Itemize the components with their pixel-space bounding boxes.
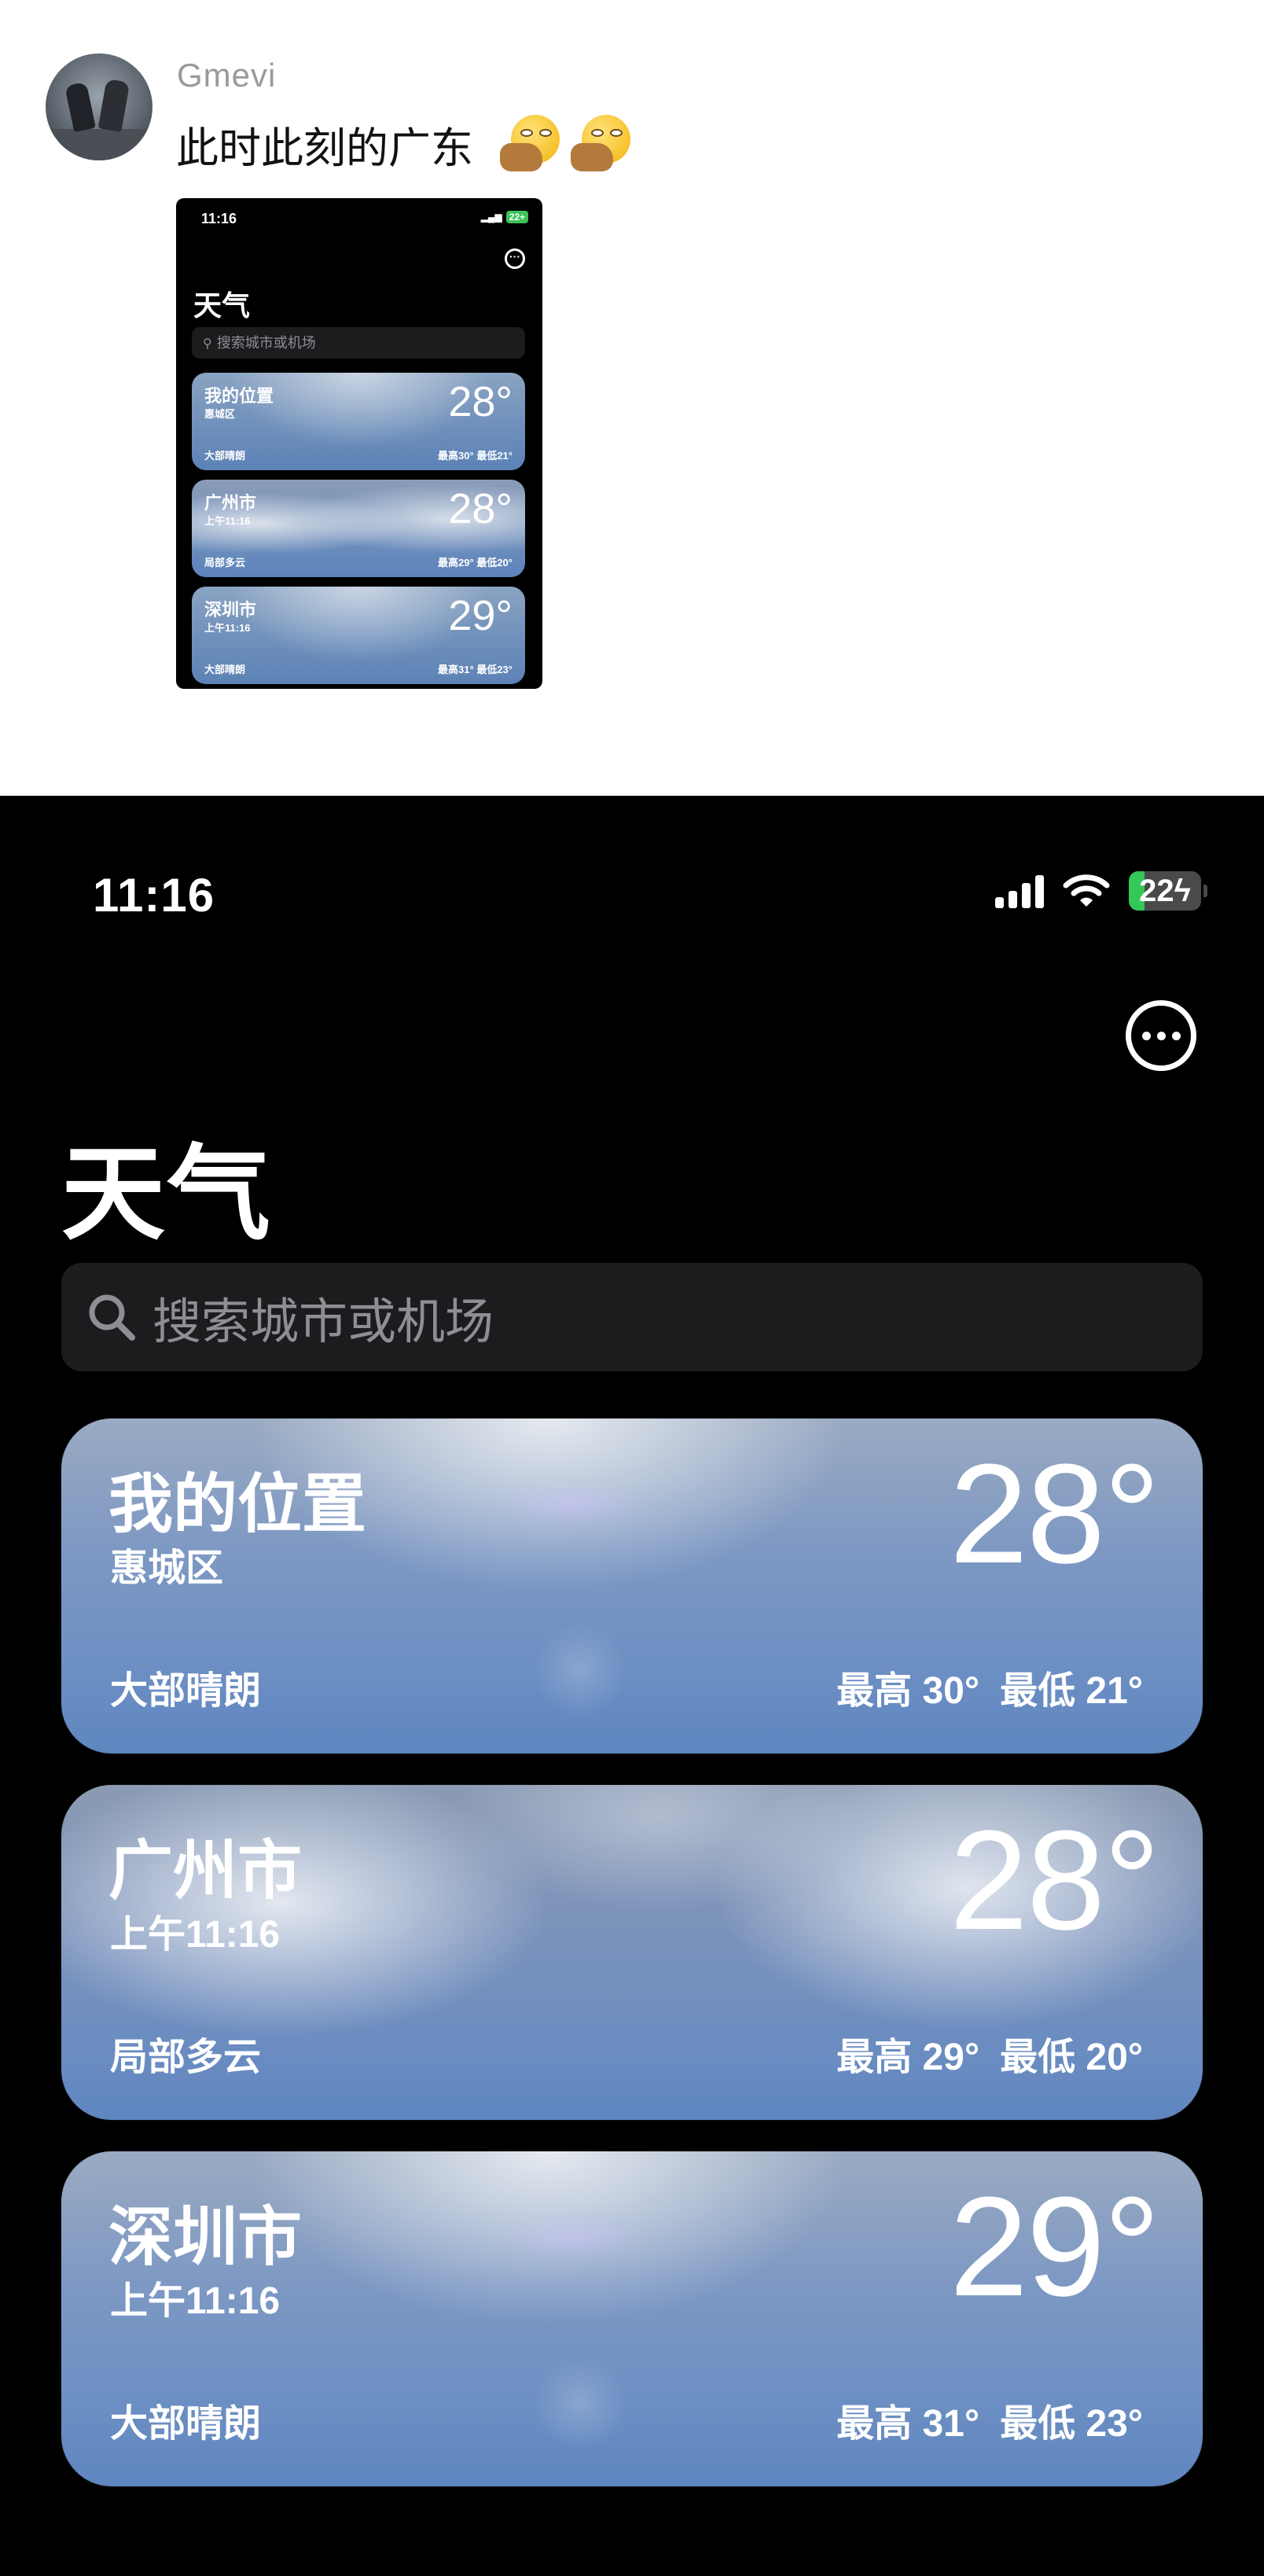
weather-condition: 大部晴朗 [110, 1670, 262, 1712]
thumb-card: 广州市 上午11:16 28° 局部多云 最高29° 最低20° [192, 480, 525, 577]
location-name: 深圳市 [108, 2202, 303, 2273]
thumb-card-sub: 惠城区 [204, 408, 236, 420]
status-time: 11:16 [93, 869, 215, 922]
thumb-card-low: 最低21° [476, 450, 513, 462]
thumb-card-temp: 28° [448, 378, 513, 425]
battery-icon: 22ϟ [1129, 871, 1207, 911]
thumb-status-time: 11:16 [201, 211, 237, 226]
low-temperature: 最低 23° [1000, 2403, 1143, 2445]
high-temperature: 最高 30° [836, 1670, 980, 1712]
location-name: 我的位置 [108, 1469, 367, 1540]
thumb-card-condition: 大部晴朗 [204, 450, 246, 462]
thumb-search-placeholder: 搜索城市或机场 [216, 335, 316, 351]
current-temperature: 28° [949, 1801, 1160, 1960]
signal-icon: ▂▄▆ [480, 212, 502, 223]
username[interactable]: Gmevi [177, 57, 276, 94]
location-name: 广州市 [108, 1835, 303, 1907]
thumb-status-icons: ▂▄▆ 22+ [481, 211, 528, 223]
thumb-card-temp: 28° [448, 485, 513, 532]
status-icons: 22ϟ [995, 871, 1207, 911]
search-input[interactable]: 搜索城市或机场 [61, 1263, 1203, 1371]
low-temperature: 最低 21° [1000, 1670, 1143, 1712]
current-temperature: 28° [949, 1435, 1160, 1593]
location-card-guangzhou[interactable]: 广州市 上午11:16 28° 局部多云 最高 29° 最低 20° [61, 1785, 1203, 2120]
thumb-card-highlow: 最高31° 最低23° [438, 661, 513, 676]
thumb-card-sub: 上午11:16 [204, 515, 251, 527]
thumb-card-condition: 局部多云 [204, 557, 246, 569]
thumb-search-bar: ⚲ 搜索城市或机场 [192, 327, 525, 359]
face-with-rolling-eyes-emoji [571, 114, 630, 175]
face-with-rolling-eyes-emoji [500, 114, 560, 175]
location-card-shenzhen[interactable]: 深圳市 上午11:16 29° 大部晴朗 最高 31° 最低 23° [61, 2151, 1203, 2486]
page-title: 天气 [61, 1136, 272, 1252]
thumb-card-highlow: 最高30° 最低21° [438, 447, 513, 462]
thumb-card: 我的位置 惠城区 28° 大部晴朗 最高30° 最低21° [192, 373, 525, 470]
low-temperature: 最低 20° [1000, 2037, 1143, 2078]
thumb-battery: 22+ [505, 211, 528, 223]
post-text-body: 此时此刻的广东 [176, 125, 473, 172]
more-options-button[interactable] [1126, 1000, 1196, 1071]
social-post: Gmevi 此时此刻的广东 11:16 ▂▄▆ 22+ ··· 天气 ⚲ 搜索城市… [0, 0, 1264, 796]
thumb-card-name: 我的位置 [204, 386, 274, 406]
thumb-card-name: 深圳市 [204, 600, 257, 620]
search-icon: ⚲ [203, 337, 212, 351]
high-low-temperature: 最高 31° 最低 23° [836, 2392, 1143, 2447]
thumb-card-low: 最低20° [476, 557, 513, 569]
thumb-card-name: 广州市 [204, 493, 257, 513]
thumb-card-condition: 大部晴朗 [204, 664, 246, 675]
weather-condition: 局部多云 [110, 2037, 262, 2078]
location-subtitle: 上午11:16 [110, 1914, 281, 1956]
thumb-card-highlow: 最高29° 最低20° [438, 554, 513, 569]
search-icon [85, 1290, 138, 1344]
high-low-temperature: 最高 29° 最低 20° [836, 2026, 1143, 2081]
thumb-card-high: 最高30° [438, 450, 474, 462]
thumb-card: 深圳市 上午11:16 29° 大部晴朗 最高31° 最低23° [192, 587, 525, 684]
thumb-card-low: 最低23° [476, 664, 513, 675]
thumb-card-temp: 29° [448, 592, 513, 639]
weather-app-screenshot: 11:16 22ϟ 天气 搜索城市或机场 我的位置 惠城区 28° 大部晴朗 最… [0, 796, 1264, 2576]
cellular-signal-icon [995, 874, 1044, 908]
high-temperature: 最高 29° [836, 2037, 980, 2078]
location-subtitle: 惠城区 [110, 1547, 224, 1589]
thumb-card-high: 最高31° [438, 664, 474, 675]
weather-condition: 大部晴朗 [110, 2403, 262, 2445]
thumb-card-sub: 上午11:16 [204, 622, 251, 634]
post-text: 此时此刻的广东 [176, 113, 630, 175]
thumb-card-high: 最高29° [438, 557, 474, 569]
search-placeholder: 搜索城市或机场 [152, 1295, 494, 1349]
current-temperature: 29° [949, 2168, 1160, 2326]
post-image-thumbnail[interactable]: 11:16 ▂▄▆ 22+ ··· 天气 ⚲ 搜索城市或机场 我的位置 惠城区 2… [176, 198, 542, 689]
high-temperature: 最高 31° [836, 2403, 980, 2445]
avatar[interactable] [46, 53, 152, 160]
high-low-temperature: 最高 30° 最低 21° [836, 1659, 1143, 1714]
location-card-my-location[interactable]: 我的位置 惠城区 28° 大部晴朗 最高 30° 最低 21° [61, 1419, 1203, 1754]
location-subtitle: 上午11:16 [110, 2280, 281, 2322]
thumb-more-icon: ··· [505, 248, 525, 269]
thumb-title: 天气 [193, 289, 251, 322]
battery-level: 22ϟ [1139, 873, 1191, 908]
wifi-icon [1063, 872, 1110, 910]
